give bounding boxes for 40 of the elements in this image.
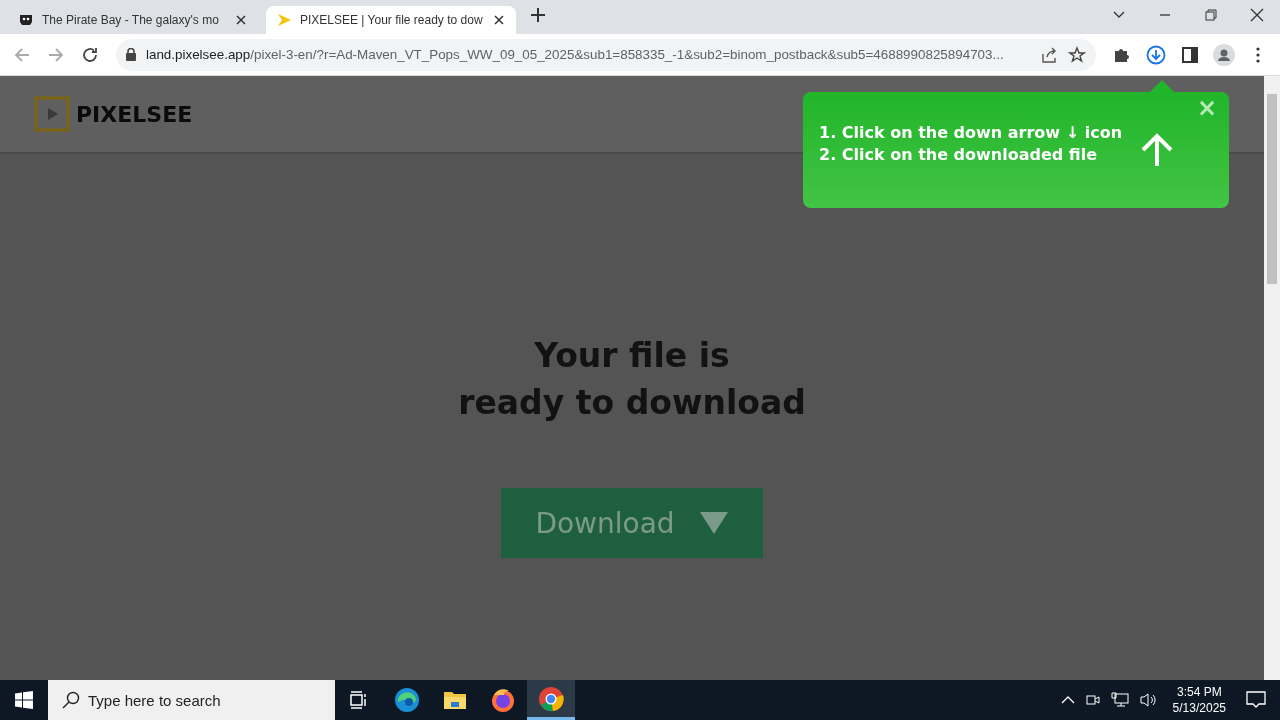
download-icon[interactable] xyxy=(1146,44,1166,65)
date-text: 5/13/2025 xyxy=(1172,700,1226,716)
heading: Your file is xyxy=(534,335,730,377)
url-text: land.pixelsee.app/pixel-3-en/?r=Ad-Maven_VT_Pops_WW_09_05_2025&sub1=858335_-1&sub2=binom_postback&sub5=4688990825894703... xyxy=(146,47,1005,62)
scrollbar[interactable] xyxy=(1264,76,1280,680)
clock[interactable]: 3:54 PM 5/13/2025 xyxy=(1172,684,1226,716)
address-bar[interactable]: land.pixelsee.app/pixel-3-en/?r=Ad-Maven_VT_Pops_WW_09_05_2025&sub1=858335_-1&sub2=binom_postback&sub5=4688990825894703... xyxy=(116,38,1096,71)
triangle-icon xyxy=(698,511,729,535)
firefox-icon[interactable] xyxy=(490,687,516,713)
logo-icon xyxy=(34,96,70,132)
browser-tab[interactable]: The Pirate Bay - The galaxy's mo xyxy=(8,6,258,34)
play-icon xyxy=(276,12,292,28)
star-icon[interactable] xyxy=(1068,45,1086,64)
lock-icon xyxy=(126,48,136,61)
share-icon[interactable] xyxy=(1040,45,1058,64)
profile-icon[interactable] xyxy=(1213,43,1235,66)
time-text: 3:54 PM xyxy=(1176,684,1222,700)
edge-icon[interactable] xyxy=(394,687,420,713)
network-icon[interactable] xyxy=(1110,692,1129,708)
close-icon[interactable] xyxy=(492,13,506,27)
menu-icon[interactable] xyxy=(1256,46,1260,63)
heading: ready to download xyxy=(458,382,806,424)
search-field[interactable]: Type here to search xyxy=(48,680,335,720)
notification-icon[interactable] xyxy=(1246,691,1266,709)
new-tab-icon[interactable] xyxy=(528,5,548,25)
logo-text: PIXELSEE xyxy=(76,101,193,127)
camera-icon[interactable] xyxy=(1084,692,1101,708)
windows-icon[interactable] xyxy=(15,691,33,709)
instruction-text: 1. Click on the down arrow ↓ icon xyxy=(819,122,1123,144)
close-icon[interactable] xyxy=(234,13,248,27)
reload-icon[interactable] xyxy=(81,45,99,64)
side-panel-icon[interactable] xyxy=(1182,46,1198,63)
browser-tab[interactable]: PIXELSEE | Your file ready to dow xyxy=(266,6,516,34)
chevron-up-icon[interactable] xyxy=(1060,695,1075,705)
up-arrow-icon xyxy=(1140,132,1175,168)
task-view-icon[interactable] xyxy=(349,691,369,709)
speaker-icon[interactable] xyxy=(1138,692,1159,708)
chrome-icon[interactable] xyxy=(538,685,564,712)
instruction-text: 2. Click on the downloaded file xyxy=(819,144,1098,166)
folder-icon[interactable] xyxy=(443,689,467,711)
